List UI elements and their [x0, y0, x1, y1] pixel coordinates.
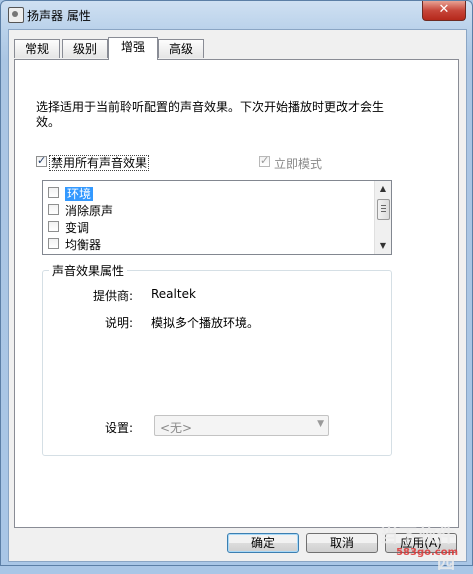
provider-label: 提供商: [92, 289, 133, 303]
provider-value: Realtek [151, 287, 196, 301]
tab-levels[interactable]: 级别 [62, 39, 108, 58]
settings-value: <无> [160, 421, 193, 435]
properties-window: 扬声器 属性 ✕ 常规 级别 增强 高级 选择适用于当前聆听配置的声音效果。下次… [0, 0, 473, 573]
scroll-down-icon[interactable]: ▼ [375, 238, 391, 254]
scroll-up-icon[interactable]: ▲ [375, 181, 391, 197]
effect-label: 环境 [65, 185, 94, 202]
tab-general[interactable]: 常规 [14, 39, 60, 58]
title-bar[interactable]: 扬声器 属性 ✕ [1, 1, 472, 29]
window-title: 扬声器 属性 [27, 9, 91, 23]
enhancements-page: 选择适用于当前聆听配置的声音效果。下次开始播放时更改才会生效。 禁用所有声音效果… [14, 59, 459, 528]
tab-general-label: 常规 [24, 42, 49, 56]
speaker-icon [8, 7, 24, 23]
settings-label: 设置: [104, 421, 133, 435]
effect-properties-group: 声音效果属性 提供商: Realtek 说明: 模拟多个播放环境。 设置: <无… [42, 262, 392, 456]
effect-label: 消除原声 [65, 204, 114, 218]
close-button[interactable]: ✕ [422, 1, 466, 21]
effect-label-text: 环境 [65, 187, 94, 201]
effect-checkbox[interactable] [48, 238, 59, 249]
immediate-mode-checkbox[interactable] [259, 154, 270, 167]
effect-checkbox[interactable] [48, 221, 59, 232]
enhancements-description: 选择适用于当前聆听配置的声音效果。下次开始播放时更改才会生效。 [36, 100, 385, 129]
effects-scrollbar[interactable]: ▲ ▼ [374, 181, 391, 254]
watermark-url: 583go.com [396, 547, 458, 558]
effect-label: 变调 [65, 221, 90, 235]
scroll-thumb[interactable] [377, 199, 390, 220]
tab-advanced[interactable]: 高级 [158, 39, 204, 58]
tab-enhancements[interactable]: 增强 [108, 37, 158, 60]
immediate-mode-label[interactable]: 立即模式 [274, 155, 322, 172]
effect-checkbox[interactable] [48, 204, 59, 215]
dialog-body: 常规 级别 增强 高级 选择适用于当前聆听配置的声音效果。下次开始播放时更改才会… [8, 29, 467, 573]
chevron-down-icon: ▼ [317, 419, 324, 429]
description-label: 说明: [104, 316, 133, 330]
disable-all-label[interactable]: 禁用所有声音效果 [49, 154, 150, 171]
tab-levels-label: 级别 [72, 42, 97, 56]
site-watermark: 当下软件园 583go.com [362, 522, 462, 573]
disable-all-checkbox[interactable] [36, 154, 47, 167]
settings-dropdown[interactable]: <无> ▼ [154, 415, 329, 436]
tab-enhancements-label: 增强 [120, 40, 145, 54]
disable-all-text: 禁用所有声音效果 [49, 155, 150, 171]
ok-button[interactable]: 确定 [227, 533, 299, 553]
effect-label: 均衡器 [65, 238, 102, 252]
effect-checkbox[interactable] [48, 187, 59, 198]
tab-advanced-label: 高级 [168, 42, 193, 56]
close-icon: ✕ [438, 2, 450, 17]
description-value: 模拟多个播放环境。 [151, 316, 260, 330]
effects-list[interactable]: 环境 消除原声 变调 均衡器 ▲ ▼ [42, 180, 392, 255]
group-title: 声音效果属性 [49, 262, 128, 279]
